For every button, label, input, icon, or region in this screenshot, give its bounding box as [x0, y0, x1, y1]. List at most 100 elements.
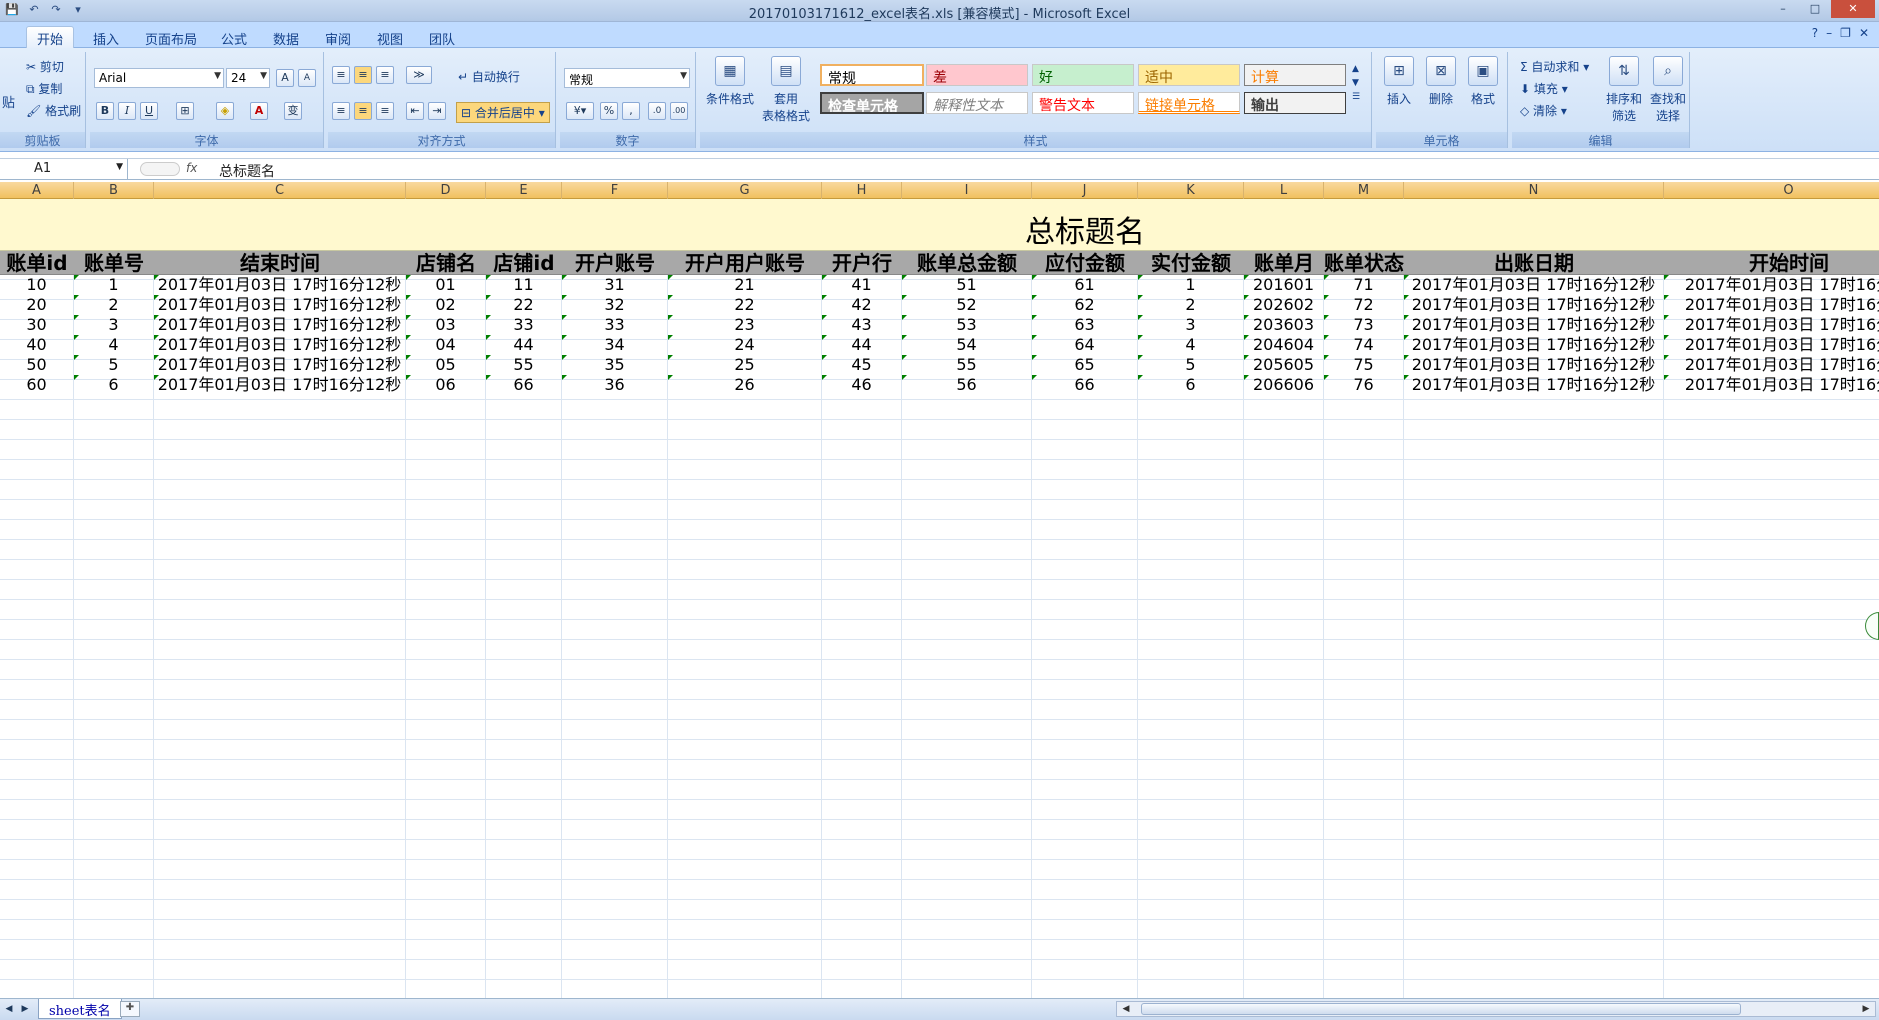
table-cell[interactable]: 75 — [1324, 355, 1404, 375]
delete-cells-button[interactable]: ⊠ 删除 — [1420, 56, 1462, 107]
table-cell[interactable]: 2017年01月03日 17时16分12秒 — [1404, 355, 1664, 375]
font-color-icon[interactable]: A — [250, 102, 268, 120]
table-cell[interactable]: 71 — [1324, 275, 1404, 295]
formula-input[interactable]: 总标题名 — [219, 161, 275, 181]
column-header-g[interactable]: G — [668, 182, 822, 199]
table-cell[interactable]: 2017年01月03日 17时16分12秒 — [154, 315, 406, 335]
help-icon[interactable]: ? — [1812, 26, 1818, 40]
table-cell[interactable]: 6 — [1138, 375, 1244, 395]
insert-cells-button[interactable]: ⊞ 插入 — [1378, 56, 1420, 107]
table-cell[interactable]: 2017年01月03日 17时16分 — [1664, 295, 1879, 315]
sheet-tab-active[interactable]: sheet表名 — [38, 999, 122, 1019]
table-cell[interactable]: 02 — [406, 295, 486, 315]
style-neutral[interactable]: 适中 — [1138, 64, 1240, 86]
scroll-right-icon[interactable]: ▶ — [1859, 1002, 1873, 1016]
table-cell[interactable]: 30 — [0, 315, 74, 335]
merge-center-button[interactable]: ⊟ 合并后居中 ▾ — [456, 102, 550, 123]
table-cell[interactable]: 2017年01月03日 17时16分12秒 — [154, 295, 406, 315]
table-cell[interactable]: 202602 — [1244, 295, 1324, 315]
table-cell[interactable]: 72 — [1324, 295, 1404, 315]
table-cell[interactable]: 64 — [1032, 335, 1138, 355]
table-cell[interactable]: 1 — [1138, 275, 1244, 295]
table-cell[interactable]: 54 — [902, 335, 1032, 355]
table-cell[interactable]: 60 — [0, 375, 74, 395]
header-cell[interactable]: 账单id — [0, 251, 74, 275]
worksheet[interactable]: ABCDEFGHIJKLMNO 总标题名 账单id 账单号 结束时间 店铺名 店铺id 开… — [0, 182, 1879, 998]
bold-button[interactable]: B — [96, 102, 114, 120]
style-check-cell[interactable]: 检查单元格 — [820, 92, 924, 114]
style-normal[interactable]: 常规 — [820, 64, 924, 86]
tab-data[interactable]: 数据 — [262, 26, 310, 48]
table-cell[interactable]: 24 — [668, 335, 822, 355]
percent-icon[interactable]: % — [600, 102, 618, 120]
table-cell[interactable]: 2 — [74, 295, 154, 315]
header-cell[interactable]: 应付金额 — [1032, 251, 1138, 275]
horizontal-scrollbar[interactable]: ◀ ▶ — [1116, 1001, 1876, 1017]
table-cell[interactable]: 03 — [406, 315, 486, 335]
style-bad[interactable]: 差 — [926, 64, 1028, 86]
align-right-icon[interactable]: ≡ — [376, 102, 394, 120]
minimize-button[interactable]: – — [1767, 0, 1799, 18]
table-cell[interactable]: 50 — [0, 355, 74, 375]
table-cell[interactable]: 06 — [406, 375, 486, 395]
header-cell[interactable]: 账单总金额 — [902, 251, 1032, 275]
align-center-icon[interactable]: ≡ — [354, 102, 372, 120]
italic-button[interactable]: I — [118, 102, 136, 120]
table-cell[interactable]: 2017年01月03日 17时16分 — [1664, 375, 1879, 395]
increase-decimal-icon[interactable]: .0 — [648, 102, 666, 120]
tab-insert[interactable]: 插入 — [82, 26, 130, 48]
table-cell[interactable]: 6 — [74, 375, 154, 395]
name-box[interactable]: A1 ▼ — [0, 159, 128, 180]
table-cell[interactable]: 2017年01月03日 17时16分12秒 — [1404, 375, 1664, 395]
currency-icon[interactable]: ¥▾ — [566, 102, 594, 120]
phonetic-icon[interactable]: 变 — [284, 102, 302, 120]
header-cell[interactable]: 开户用户账号 — [668, 251, 822, 275]
header-cell[interactable]: 开户行 — [822, 251, 902, 275]
grow-font-icon[interactable]: A — [276, 69, 294, 87]
table-cell[interactable]: 11 — [486, 275, 562, 295]
column-header-b[interactable]: B — [74, 182, 154, 199]
number-format-select[interactable]: 常规 ▼ — [564, 68, 690, 88]
table-cell[interactable]: 40 — [0, 335, 74, 355]
close-workbook-icon[interactable]: ✕ — [1859, 26, 1869, 40]
table-cell[interactable]: 2017年01月03日 17时16分12秒 — [154, 355, 406, 375]
table-cell[interactable]: 33 — [486, 315, 562, 335]
border-icon[interactable]: ⊞ — [176, 102, 194, 120]
column-header-i[interactable]: I — [902, 182, 1032, 199]
table-cell[interactable]: 52 — [902, 295, 1032, 315]
table-cell[interactable]: 53 — [902, 315, 1032, 335]
table-cell[interactable]: 34 — [562, 335, 668, 355]
table-cell[interactable]: 33 — [562, 315, 668, 335]
style-warning[interactable]: 警告文本 — [1032, 92, 1134, 114]
table-cell[interactable]: 41 — [822, 275, 902, 295]
font-name-select[interactable]: Arial ▼ — [94, 68, 224, 88]
table-cell[interactable]: 2017年01月03日 17时16分 — [1664, 335, 1879, 355]
table-cell[interactable]: 2017年01月03日 17时16分12秒 — [1404, 295, 1664, 315]
table-cell[interactable]: 204604 — [1244, 335, 1324, 355]
table-cell[interactable]: 35 — [562, 355, 668, 375]
header-cell[interactable]: 出账日期 — [1404, 251, 1664, 275]
table-cell[interactable]: 26 — [668, 375, 822, 395]
column-header-o[interactable]: O — [1664, 182, 1879, 199]
table-cell[interactable]: 206606 — [1244, 375, 1324, 395]
column-header-c[interactable]: C — [154, 182, 406, 199]
increase-indent-icon[interactable]: ⇥ — [428, 102, 446, 120]
tab-review[interactable]: 审阅 — [314, 26, 362, 48]
column-header-e[interactable]: E — [486, 182, 562, 199]
table-cell[interactable]: 55 — [486, 355, 562, 375]
table-cell[interactable]: 42 — [822, 295, 902, 315]
table-cell[interactable]: 62 — [1032, 295, 1138, 315]
paste-button[interactable]: 贴 — [2, 92, 15, 111]
fill-button[interactable]: ⬇ 填充 ▾ — [1520, 80, 1568, 97]
new-sheet-icon[interactable]: ✚ — [120, 1001, 140, 1017]
table-cell[interactable]: 10 — [0, 275, 74, 295]
table-cell[interactable]: 63 — [1032, 315, 1138, 335]
table-cell[interactable]: 25 — [668, 355, 822, 375]
header-cell[interactable]: 账单月 — [1244, 251, 1324, 275]
table-cell[interactable]: 4 — [1138, 335, 1244, 355]
scroll-thumb[interactable] — [1141, 1003, 1741, 1015]
column-header-a[interactable]: A — [0, 182, 74, 199]
table-cell[interactable]: 1 — [74, 275, 154, 295]
header-cell[interactable]: 实付金额 — [1138, 251, 1244, 275]
style-good[interactable]: 好 — [1032, 64, 1134, 86]
